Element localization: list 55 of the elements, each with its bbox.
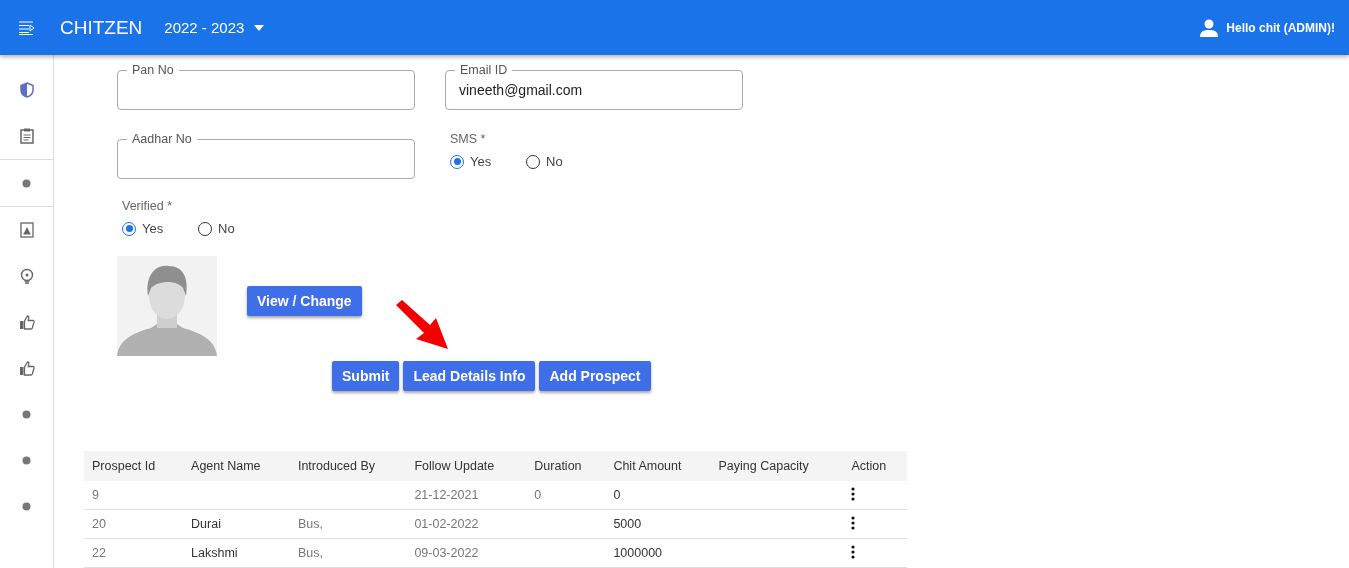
dot-icon[interactable] xyxy=(22,455,31,465)
verified-label: Verified * xyxy=(122,199,174,213)
radio-label: No xyxy=(218,221,235,236)
arrow-drawing xyxy=(394,299,450,351)
pan-field[interactable]: Pan No xyxy=(117,63,415,110)
more-options-icon[interactable] xyxy=(851,515,856,530)
column-header: Agent Name xyxy=(183,451,290,481)
more-options-icon[interactable] xyxy=(851,486,856,501)
more-options-icon[interactable] xyxy=(851,544,856,559)
table-cell: Bus, xyxy=(297,517,323,531)
table-cell: 09-03-2022 xyxy=(414,546,479,560)
table-cell: Durai xyxy=(191,517,221,531)
user-icon[interactable] xyxy=(1200,18,1219,37)
year-selector[interactable]: 2022 - 2023 xyxy=(164,19,265,36)
email-field[interactable]: Email ID vineeth@gmail.com xyxy=(445,63,743,110)
table-cell: 0 xyxy=(613,488,621,502)
column-header: Action xyxy=(843,451,907,481)
column-header: Prospect Id xyxy=(84,451,184,481)
column-header: Follow Update xyxy=(406,451,527,481)
thumbs-up-icon[interactable] xyxy=(18,314,35,330)
dot-icon[interactable] xyxy=(22,501,31,511)
sms-label: SMS * xyxy=(450,132,487,146)
radio-label: Yes xyxy=(470,154,492,169)
aadhar-field[interactable]: Aadhar No xyxy=(117,132,415,179)
table-cell: 01-02-2022 xyxy=(414,517,479,531)
form-button[interactable]: Add Prospect xyxy=(539,361,651,391)
radio-label: Yes xyxy=(142,221,164,236)
table-cell: 5000 xyxy=(613,517,642,531)
column-header: Paying Capacity xyxy=(710,451,844,481)
menu-icon[interactable] xyxy=(19,20,35,35)
clipboard-icon[interactable] xyxy=(19,128,34,144)
dot-icon[interactable] xyxy=(22,178,31,188)
caret-icon xyxy=(254,24,265,31)
table-cell: Lakshmi xyxy=(191,546,238,560)
table-cell: 21-12-2021 xyxy=(414,488,479,502)
thumbs-up-icon[interactable] xyxy=(18,360,35,376)
table-cell: 9 xyxy=(92,488,99,502)
table-cell: 22 xyxy=(92,546,106,560)
table-cell: 0 xyxy=(534,488,542,502)
lightbulb-icon[interactable] xyxy=(18,267,35,285)
dot-icon[interactable] xyxy=(22,409,31,419)
table-cell: 20 xyxy=(92,517,106,531)
column-header: Duration xyxy=(526,451,606,481)
table-cell: 1000000 xyxy=(613,546,663,560)
radio-label: No xyxy=(546,154,563,169)
form-button[interactable]: Submit xyxy=(332,361,400,391)
app-title: CHITZEN xyxy=(60,16,143,39)
user-greeting: Hello chit (ADMIN)! xyxy=(1226,20,1335,35)
table-cell: Bus, xyxy=(297,546,323,560)
column-header: Introduced By xyxy=(289,451,407,481)
contact-card-icon[interactable] xyxy=(19,222,34,238)
shield-icon[interactable] xyxy=(18,82,35,98)
form-button[interactable]: Lead Details Info xyxy=(403,361,536,391)
column-header: Chit Amount xyxy=(605,451,711,481)
view-change-button[interactable]: View / Change xyxy=(247,286,362,316)
